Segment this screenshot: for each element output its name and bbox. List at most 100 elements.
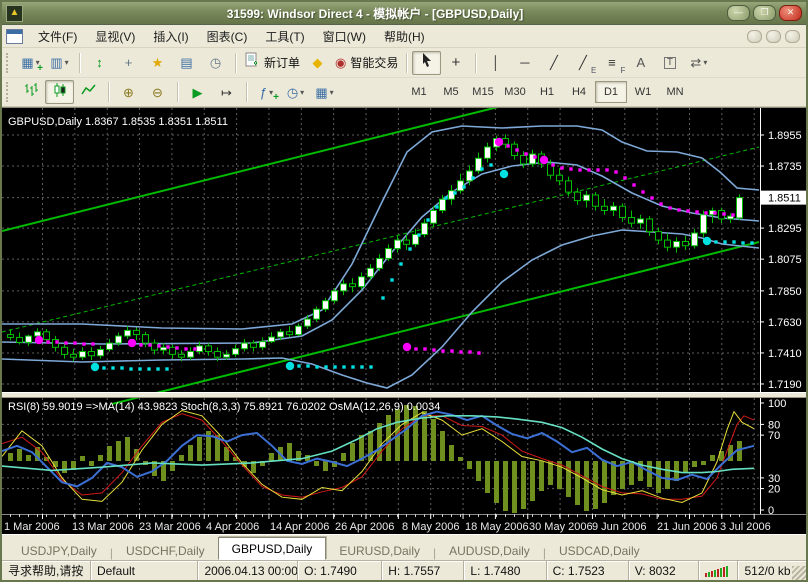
timeframe-m15[interactable]: M15 — [467, 81, 499, 103]
chart-tab-eurusd[interactable]: EURUSD,Daily — [326, 541, 433, 560]
price-chart[interactable]: GBPUSD,Daily 1.8367 1.8535 1.8351 1.8511… — [2, 108, 808, 534]
timeframe-m5[interactable]: M5 — [435, 81, 467, 103]
chart-region[interactable]: GBPUSD,Daily 1.8367 1.8535 1.8351 1.8511… — [2, 107, 806, 534]
minimize-button[interactable]: — — [727, 5, 750, 21]
text-label-icon: T — [664, 57, 676, 69]
timeframe-h1[interactable]: H1 — [531, 81, 563, 103]
bar-time: 2006.04.13 00:00 — [197, 561, 297, 580]
tester-button[interactable]: ◷ — [201, 51, 230, 75]
menu-item-1[interactable]: 显视(V) — [86, 26, 144, 47]
dropdown-caret-icon: ▾ — [703, 58, 707, 67]
main-chart-pane[interactable] — [2, 108, 760, 392]
chart-tab-audusd[interactable]: AUDUSD,Daily — [436, 541, 543, 560]
periods-button[interactable]: ◷▾ — [281, 80, 310, 104]
dropdown-caret-icon: ▾ — [65, 58, 69, 67]
line-chart-button[interactable] — [74, 80, 103, 104]
text-button[interactable]: A — [626, 51, 655, 75]
timeframe-d1[interactable]: D1 — [595, 81, 627, 103]
text-label-button[interactable]: T — [655, 51, 684, 75]
current-price-label: 1.8511 — [768, 193, 801, 205]
timeframe-w1[interactable]: W1 — [627, 81, 659, 103]
connection-signal-icon — [705, 565, 728, 577]
window-resize-grip[interactable] — [792, 566, 806, 580]
menu-item-2[interactable]: 插入(I) — [144, 26, 197, 47]
toolbar-grip[interactable] — [6, 82, 12, 102]
new-order-button[interactable]: 新订单 — [241, 51, 303, 75]
toolbar-grip[interactable] — [6, 53, 12, 73]
date-tick-label: 30 May 2006 — [529, 521, 593, 533]
plus-badge-icon: + — [273, 93, 279, 103]
indicator-pane[interactable] — [2, 398, 760, 514]
chart-tab-usdjpy[interactable]: USDJPY,Daily — [8, 541, 110, 560]
menu-item-6[interactable]: 帮助(H) — [375, 26, 434, 47]
terminal-icon: ▤ — [180, 56, 192, 69]
child-restore-button[interactable] — [766, 30, 781, 43]
data-window-button[interactable]: + — [114, 51, 143, 75]
cursor-button[interactable] — [412, 51, 441, 75]
chart-tab-usdcad[interactable]: USDCAD,Daily — [546, 541, 653, 560]
arrows-button[interactable]: ⇄▾ — [684, 51, 713, 75]
metaeditor-icon: ◆ — [313, 56, 323, 69]
crosshair-button[interactable]: + — [441, 51, 470, 75]
new-chart-button[interactable]: ▦+▾ — [16, 51, 45, 75]
menu-item-3[interactable]: 图表(C) — [198, 26, 257, 47]
equidistant-channel-button[interactable]: ╱E — [568, 51, 597, 75]
timeframe-mn[interactable]: MN — [659, 81, 691, 103]
close-button[interactable]: ✕ — [779, 5, 802, 21]
timeframe-h4[interactable]: H4 — [563, 81, 595, 103]
zoom-in-button[interactable]: ⊕ — [114, 80, 143, 104]
vertical-line-icon: │ — [492, 56, 500, 69]
zoom-in-icon: ⊕ — [123, 86, 134, 99]
date-tick-label: 14 Apr 2006 — [270, 521, 329, 533]
expert-advisors-button[interactable]: ◉智能交易 — [332, 51, 401, 75]
child-minimize-button[interactable] — [747, 30, 762, 43]
crosshair-icon: + — [451, 55, 460, 70]
price-tick-label: 1.7410 — [768, 348, 802, 360]
indicators-button[interactable]: ƒ+▾ — [252, 80, 281, 104]
charts-toolbar: ⊕ ⊖ ▶ ↦ ƒ+▾◷▾▦▾ M1M5M15M30H1H4D1W1MN — [2, 78, 806, 107]
indicator-tick-label: 100 — [768, 398, 786, 410]
chart-tab-usdchf[interactable]: USDCHF,Daily — [113, 541, 218, 560]
metaeditor-button[interactable]: ◆ — [303, 51, 332, 75]
child-close-button[interactable] — [785, 30, 800, 43]
chart-shift-icon: ↦ — [221, 86, 232, 99]
chart-tab-gbpusd[interactable]: GBPUSD,Daily — [218, 537, 327, 560]
maximize-button[interactable]: ❐ — [753, 5, 776, 21]
sub-letter: F — [620, 66, 625, 75]
templates-button[interactable]: ▦▾ — [310, 80, 339, 104]
price-tick-label: 1.7190 — [768, 379, 802, 391]
periods-icon: ◷ — [287, 86, 298, 99]
toolbar-separator — [235, 53, 236, 73]
text-icon: A — [637, 56, 646, 69]
vertical-line-button[interactable]: │ — [481, 51, 510, 75]
timeframe-m1[interactable]: M1 — [403, 81, 435, 103]
fibonacci-button[interactable]: ≡F — [597, 51, 626, 75]
menu-item-5[interactable]: 窗口(W) — [314, 26, 375, 47]
terminal-button[interactable]: ▤ — [172, 51, 201, 75]
auto-scroll-button[interactable]: ▶ — [183, 80, 212, 104]
chart-shift-button[interactable]: ↦ — [212, 80, 241, 104]
menu-item-0[interactable]: 文件(F) — [29, 26, 86, 47]
trendline-button[interactable]: ╱ — [539, 51, 568, 75]
data-window-icon: + — [125, 56, 133, 69]
profile-name: Default — [90, 561, 197, 580]
new-order-button-label: 新订单 — [264, 54, 300, 71]
menu-item-4[interactable]: 工具(T) — [256, 26, 313, 47]
expert-advisors-button-label: 智能交易 — [350, 54, 398, 71]
chart-tabs-bar: USDJPY,Daily|USDCHF,DailyGBPUSD,DailyEUR… — [2, 534, 806, 560]
profiles-button[interactable]: ▥▾ — [45, 51, 74, 75]
toolbar-separator — [246, 82, 247, 102]
market-watch-button[interactable]: ↕ — [85, 51, 114, 75]
bar-chart-button[interactable] — [16, 80, 45, 104]
sub-letter: E — [591, 66, 596, 75]
navigator-button[interactable]: ★ — [143, 51, 172, 75]
bar-open: O: 1.7490 — [297, 561, 381, 580]
zoom-out-button[interactable]: ⊖ — [143, 80, 172, 104]
timeframe-m30[interactable]: M30 — [499, 81, 531, 103]
candlestick-chart-button[interactable] — [45, 80, 74, 104]
horizontal-line-button[interactable]: ─ — [510, 51, 539, 75]
price-tick-label: 1.8295 — [768, 223, 802, 235]
indicator-tick-label: 0 — [768, 505, 774, 517]
toolbar-separator — [406, 53, 407, 73]
zoom-out-icon: ⊖ — [152, 86, 163, 99]
